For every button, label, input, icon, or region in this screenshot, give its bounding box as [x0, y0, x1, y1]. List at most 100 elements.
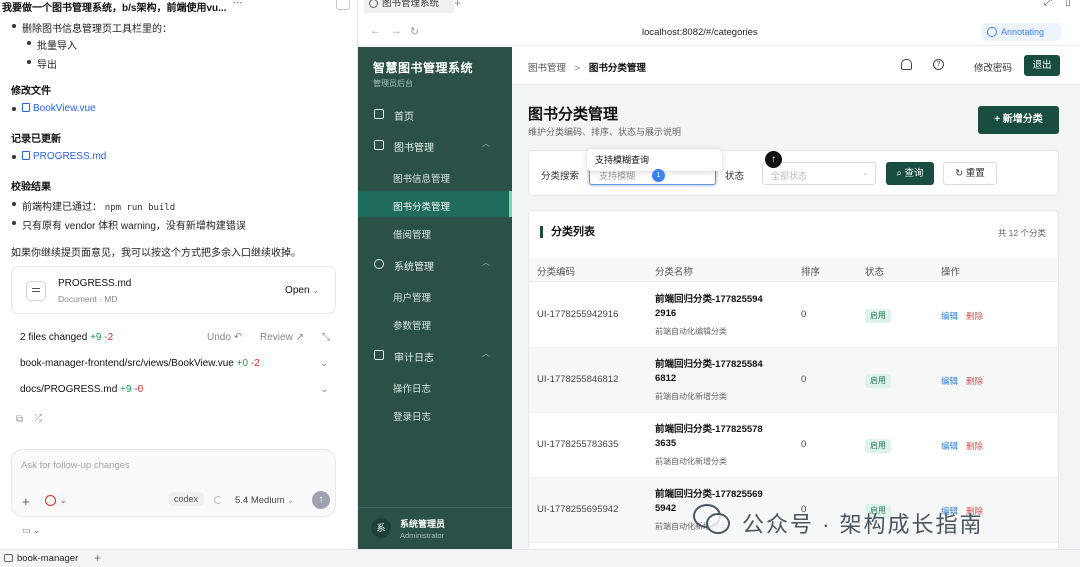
app-sidebar: 智慧图书管理系统 管理员后台 首页 图书管理 ︿ 图书信息管理 图书分类管理 借…: [358, 47, 512, 549]
breadcrumb-current: 图书分类管理: [588, 63, 646, 74]
changed-file-row[interactable]: book-manager-frontend/src/views/BookView…: [20, 358, 328, 369]
mode-chip[interactable]: codex: [168, 492, 205, 506]
breadcrumb-parent[interactable]: 图书管理: [528, 63, 566, 74]
undo-button[interactable]: Undo ↶: [207, 332, 242, 343]
expand-icon[interactable]: ⤡: [322, 332, 330, 343]
chat-bullet: 只有原有 vendor 体积 warning，没有新增构建错误: [12, 217, 246, 232]
environment-icon[interactable]: ▭ ⌄: [22, 525, 41, 536]
edit-button[interactable]: 编辑: [941, 310, 958, 322]
column-header: 状态: [865, 267, 885, 278]
annotating-button[interactable]: Annotating: [981, 23, 1061, 41]
status-badge: 启用: [865, 374, 891, 388]
chat-subbullet: 导出: [27, 56, 57, 71]
sidebar-item-borrow[interactable]: 借阅管理: [358, 219, 512, 245]
bell-icon[interactable]: [901, 59, 912, 70]
review-button[interactable]: Review ↗: [260, 332, 304, 343]
sidebar-item-op-log[interactable]: 操作日志: [358, 373, 512, 399]
column-header: 分类编码: [537, 267, 576, 278]
edit-button[interactable]: 编辑: [941, 375, 958, 387]
workspace-tab[interactable]: book-manager: [4, 553, 78, 564]
toggle-sidebar-icon[interactable]: [336, 0, 350, 10]
section-heading: 记录已更新: [11, 134, 61, 145]
sidebar-item-users[interactable]: 用户管理: [358, 282, 512, 308]
sidebar-item-params[interactable]: 参数管理: [358, 310, 512, 336]
category-name: 前端回归分类-1778255846812: [655, 359, 763, 384]
expand-icon[interactable]: ⤢: [1044, 0, 1052, 8]
add-category-button[interactable]: + 新增分类: [978, 106, 1059, 134]
edit-button[interactable]: 编辑: [941, 440, 958, 452]
back-icon[interactable]: ←: [370, 25, 381, 37]
chat-closing: 如果你继续提页面意见，我可以按这个方式把多余入口继续收掉。: [11, 248, 301, 259]
file-card[interactable]: PROGRESS.md Document · MD Open ⌄: [11, 266, 336, 314]
column-header: 操作: [941, 267, 961, 278]
sidebar-item-book-category[interactable]: 图书分类管理: [358, 191, 512, 217]
chevron-down-icon: ⌄: [862, 168, 869, 177]
sidebar-item-home[interactable]: 首页: [358, 101, 512, 127]
open-button[interactable]: Open ⌄: [285, 285, 319, 296]
forward-icon[interactable]: →: [391, 25, 402, 37]
category-table-card: 分类列表 共 12 个分类 分类编码 分类名称 排序 状态 操作 UI-1778…: [528, 210, 1059, 549]
category-name: 前端回归分类-1778255783635: [655, 424, 763, 449]
sidebar-item-audit[interactable]: 审计日志 ︿: [358, 342, 512, 368]
folder-icon: [4, 554, 13, 562]
reset-button[interactable]: ↻ 重置: [943, 162, 997, 185]
chat-bullet: 前端构建已通过： npm run build: [11, 198, 176, 213]
sidebar-item-book-info[interactable]: 图书信息管理: [358, 163, 512, 189]
delete-button[interactable]: 删除: [966, 440, 983, 452]
change-password-link[interactable]: 修改密码: [974, 60, 1012, 74]
help-icon[interactable]: ?: [933, 59, 944, 70]
sidebar-item-books[interactable]: 图书管理 ︿: [358, 132, 512, 158]
submit-annotation-icon[interactable]: ↑: [765, 151, 782, 168]
browser-window: 图书管理系统 + ⤢ ▯ ← → ↻ localhost:8082/#/cate…: [357, 0, 1080, 549]
permission-icon[interactable]: [45, 495, 56, 506]
file-link[interactable]: PROGRESS.md: [11, 151, 106, 162]
browser-tab[interactable]: 图书管理系统: [364, 0, 454, 13]
send-button[interactable]: ↑: [312, 491, 330, 509]
more-icon[interactable]: ···: [233, 0, 243, 9]
category-desc: 前端自动化新增分类: [655, 392, 727, 401]
status-badge: 启用: [865, 439, 891, 453]
section-heading: 校验结果: [11, 182, 51, 193]
add-icon[interactable]: +: [22, 494, 30, 509]
user-role: Administrator: [400, 531, 445, 540]
add-tab-icon[interactable]: +: [94, 551, 101, 565]
table-row: UI-1778255942916 前端回归分类-1778255942916 前端…: [529, 283, 1058, 348]
reload-icon[interactable]: ↻: [410, 25, 419, 38]
sidebar-item-system[interactable]: 系统管理 ︿: [358, 251, 512, 277]
annotation-pin[interactable]: 1: [652, 169, 665, 182]
new-tab-icon[interactable]: +: [454, 0, 461, 10]
delete-button[interactable]: 删除: [966, 375, 983, 387]
chevron-down-icon[interactable]: ⌄: [60, 496, 67, 505]
delete-button[interactable]: 删除: [966, 310, 983, 322]
logout-button[interactable]: 退出: [1024, 55, 1060, 76]
query-button[interactable]: ⌕ 查询: [886, 162, 934, 185]
share-icon[interactable]: ⤮: [34, 413, 42, 424]
table-header: 分类编码 分类名称 排序 状态 操作: [529, 258, 1058, 282]
category-sort: 0: [801, 374, 807, 385]
changed-file-row[interactable]: docs/PROGRESS.md +9 -0 ⌄: [20, 384, 328, 395]
copy-icon[interactable]: ⧉: [16, 414, 23, 425]
model-select[interactable]: 5.4 Medium ⌄: [235, 495, 294, 506]
sidebar-item-login-log[interactable]: 登录日志: [358, 401, 512, 427]
chevron-up-icon: ︿: [482, 139, 490, 148]
chat-title: 我要做一个图书管理系统，b/s架构，前端使用vu...: [2, 3, 227, 14]
changes-summary: 2 files changed +9 -2 Undo ↶ Review ↗ ⤡: [20, 332, 330, 343]
user-profile[interactable]: 系 系统管理员 Administrator: [358, 507, 512, 549]
table-title: 分类列表: [540, 226, 595, 238]
annotation-tooltip: 支持模糊查询: [587, 149, 722, 171]
build-command: npm run build: [104, 203, 176, 213]
book-icon: [374, 140, 384, 150]
chevron-down-icon: ⌄: [312, 286, 319, 295]
url-field[interactable]: localhost:8082/#/categories: [642, 27, 758, 38]
chevron-down-icon: ⌄: [320, 358, 328, 368]
arrow-icon: ↗: [295, 332, 304, 343]
browser-tab-bar: 图书管理系统 + ⤢ ▯: [358, 0, 1080, 14]
chevron-down-icon: ⌄: [287, 496, 294, 505]
chevron-up-icon: ︿: [482, 349, 490, 358]
panel-icon[interactable]: ▯: [1065, 0, 1071, 8]
composer[interactable]: Ask for follow-up changes + ⌄ codex 5.4 …: [11, 449, 336, 517]
search-icon: ⌕: [896, 168, 902, 179]
file-link[interactable]: BookView.vue: [12, 103, 96, 114]
followup-input[interactable]: Ask for follow-up changes: [21, 460, 130, 471]
category-name: 前端回归分类-1778255942916: [655, 294, 763, 319]
